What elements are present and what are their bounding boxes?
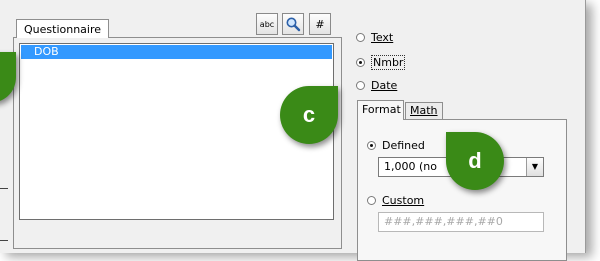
radio-defined[interactable]: Defined	[367, 139, 425, 152]
hash-label: #	[315, 17, 325, 31]
radio-custom-label: Custom	[382, 194, 425, 207]
radio-date[interactable]: Date	[356, 79, 397, 92]
radio-text-label: Text	[371, 31, 394, 44]
tab-math-label: Math	[410, 104, 438, 117]
list-item-label: DOB	[34, 45, 59, 58]
left-edge-line	[0, 240, 8, 241]
search-button[interactable]	[282, 13, 304, 35]
callout-badge-d: d	[446, 132, 504, 190]
radio-date-label: Date	[371, 79, 398, 92]
radio-date-indicator[interactable]	[356, 81, 365, 90]
defined-format-value: 1,000 (no	[384, 160, 437, 173]
callout-d-label: d	[468, 148, 482, 173]
callout-c-label: c	[302, 102, 316, 127]
tab-questionnaire-label: Questionnaire	[24, 23, 102, 36]
radio-custom-indicator[interactable]	[367, 196, 376, 205]
tab-math[interactable]: Math	[405, 102, 443, 119]
callout-badge-c: c	[280, 86, 338, 144]
left-edge-line	[0, 188, 8, 189]
abc-button[interactable]: abc	[256, 13, 278, 35]
radio-text-indicator[interactable]	[356, 33, 365, 42]
tab-format-label: Format	[362, 103, 401, 116]
number-format-button[interactable]: #	[309, 13, 331, 35]
custom-format-value: ###,###,###,##0	[384, 215, 503, 228]
list-item-dob[interactable]: DOB	[21, 45, 332, 59]
radio-custom[interactable]: Custom	[367, 194, 424, 207]
chevron-down-icon[interactable]: ▼	[526, 158, 543, 176]
magnifier-icon	[286, 17, 301, 32]
radio-nmbr-indicator[interactable]	[356, 58, 365, 67]
tab-questionnaire[interactable]: Questionnaire	[16, 19, 109, 38]
radio-text[interactable]: Text	[356, 31, 393, 44]
radio-nmbr-label: Nmbr	[371, 55, 406, 70]
radio-defined-indicator[interactable]	[367, 141, 376, 150]
custom-format-input[interactable]: ###,###,###,##0	[378, 212, 544, 232]
radio-nmbr[interactable]: Nmbr	[356, 55, 406, 70]
radio-defined-label: Defined	[382, 139, 425, 152]
abc-label: abc	[259, 19, 275, 29]
tab-format[interactable]: Format	[357, 100, 404, 120]
